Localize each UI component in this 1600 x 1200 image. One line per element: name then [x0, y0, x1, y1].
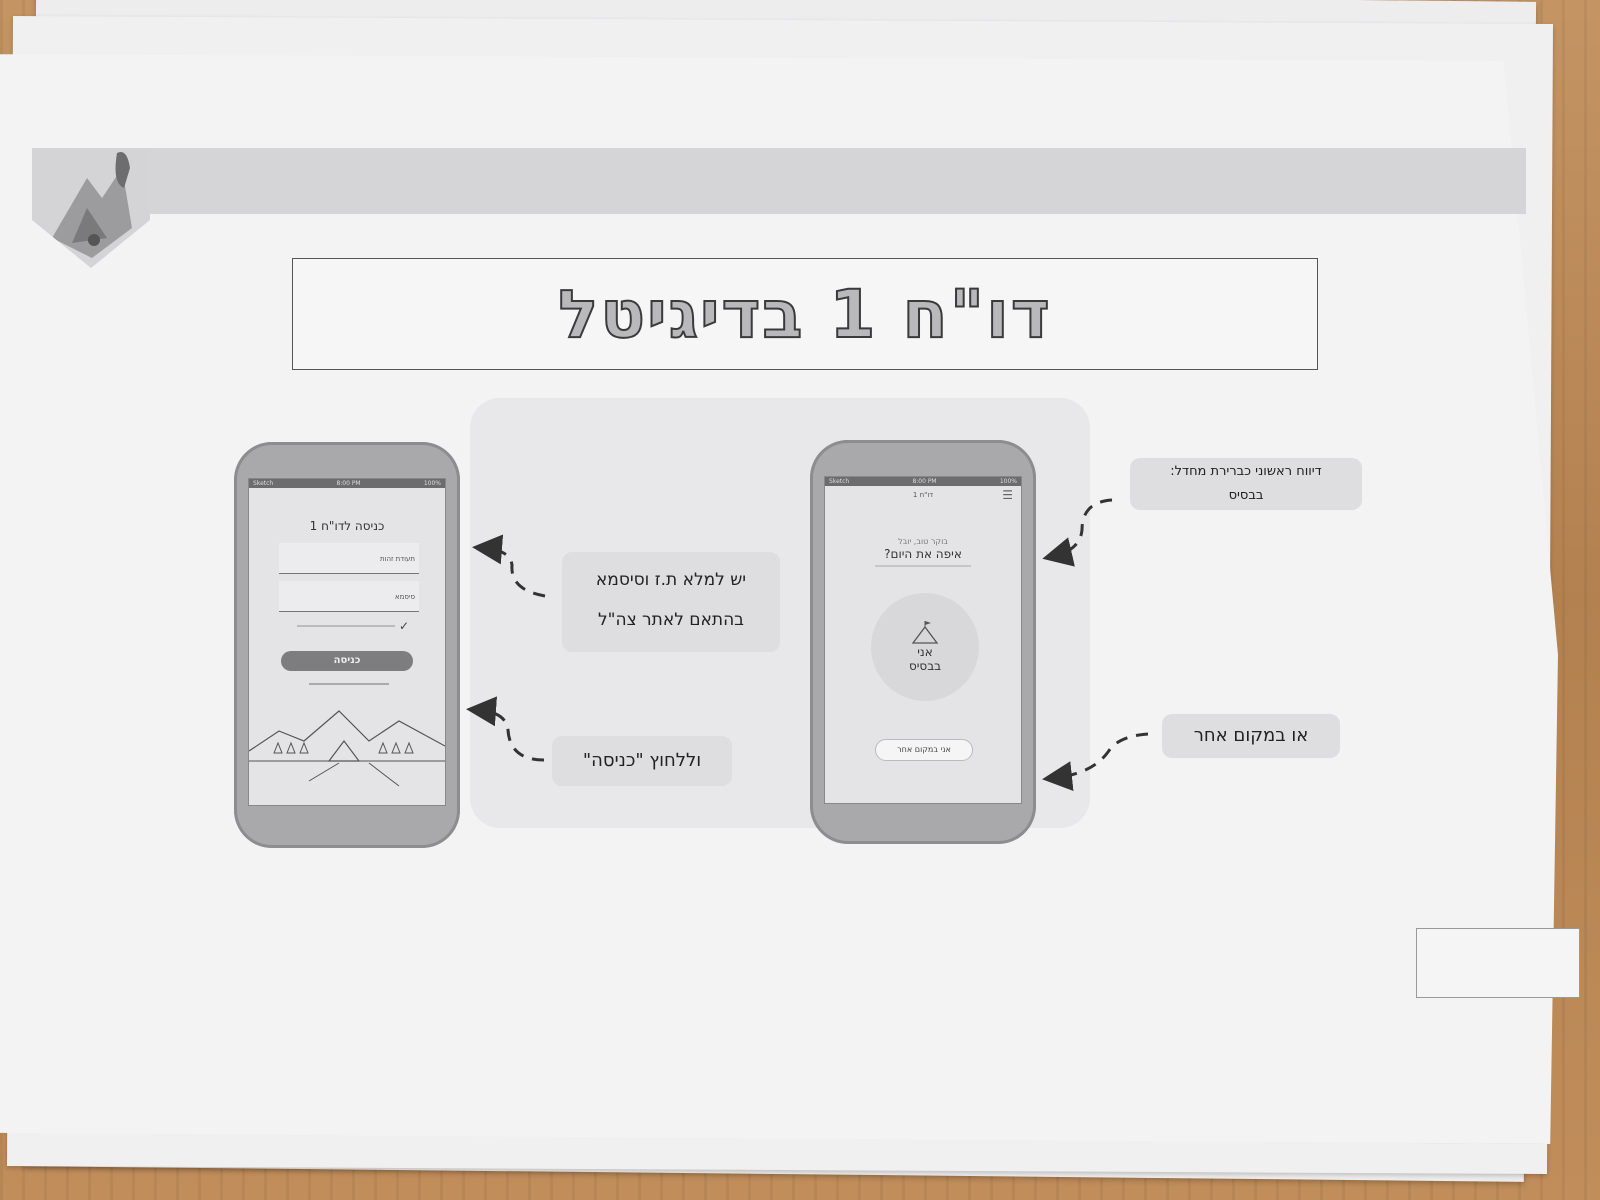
- arrow-to-elsewhere: [1042, 732, 1149, 792]
- empty-label-box: [1416, 928, 1580, 998]
- dashed-arrows: [466, 498, 1149, 792]
- arrow-to-question: [1042, 498, 1113, 567]
- arrow-to-enter-button: [466, 696, 545, 762]
- arrow-to-login-fields: [472, 534, 546, 598]
